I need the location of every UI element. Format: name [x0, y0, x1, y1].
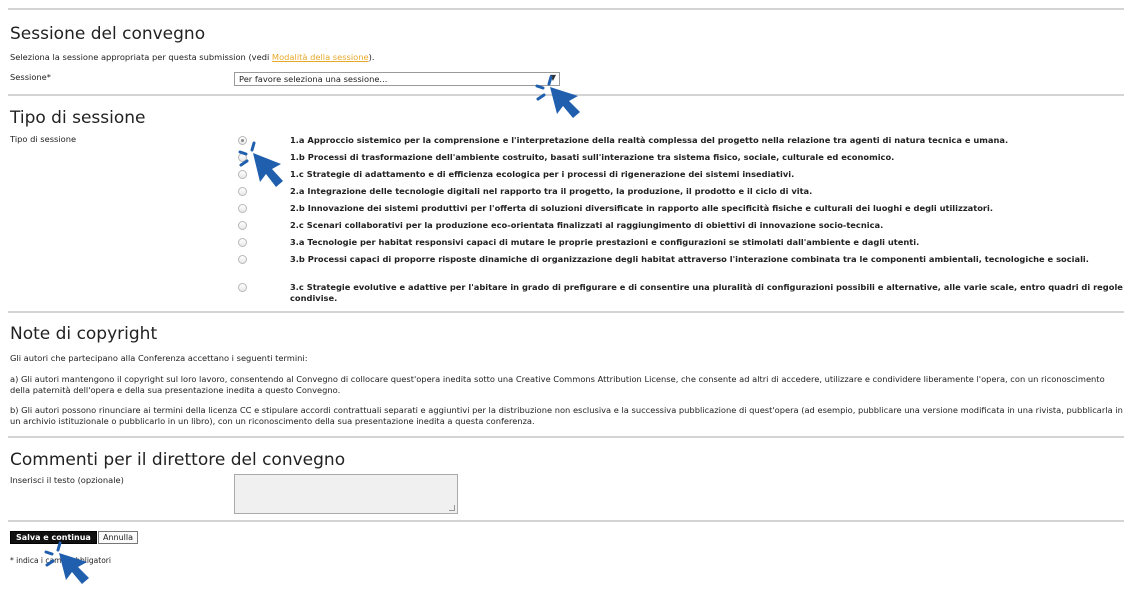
section-divider-4 [8, 520, 1124, 522]
session-type-option-label: 2.c Scenari collaborativi per la produzi… [290, 220, 884, 230]
session-type-option-label: 3.a Tecnologie per habitat responsivi ca… [290, 237, 920, 247]
session-type-option-label: 1.a Approccio sistemico per la comprensi… [290, 135, 1009, 145]
session-select[interactable]: Per favore seleziona una sessione... ▼ [234, 72, 560, 86]
section-divider-2 [8, 311, 1124, 313]
comments-section-title: Commenti per il direttore del convegno [10, 450, 346, 470]
comments-field-label: Inserisci il testo (opzionale) [10, 475, 124, 485]
session-type-radio[interactable] [238, 204, 247, 213]
session-instruction-prefix: Seleziona la sessione appropriata per qu… [10, 52, 270, 62]
session-type-option-label: 1.c Strategie di adattamento e di effici… [290, 169, 795, 179]
session-type-option-label: 3.b Processi capaci di proporre risposte… [290, 254, 1089, 264]
session-type-radio[interactable] [238, 255, 247, 264]
copyright-term-b: b) Gli autori possono rinunciare ai term… [10, 405, 1123, 426]
session-type-option-label: 1.b Processi di trasformazione dell'ambi… [290, 152, 895, 162]
session-type-radio[interactable] [238, 283, 247, 292]
top-divider [8, 8, 1124, 10]
cancel-button[interactable]: Annulla [98, 531, 139, 544]
session-type-radio[interactable] [238, 221, 247, 230]
session-type-radio[interactable] [238, 238, 247, 247]
session-type-option-label: 2.a Integrazione delle tecnologie digita… [290, 186, 813, 196]
session-type-field-label: Tipo di sessione [10, 134, 77, 144]
copyright-section-title: Note di copyright [10, 324, 158, 344]
session-type-option-label: 2.b Innovazione dei sistemi produttivi p… [290, 203, 994, 213]
session-modes-link[interactable]: Modalità della sessione [272, 52, 369, 62]
session-field-label: Sessione* [10, 72, 51, 82]
session-instruction-suffix: ). [368, 52, 375, 62]
session-type-option-label: 3.c Strategie evolutive e adattive per l… [290, 282, 1123, 303]
session-type-section-title: Tipo di sessione [10, 108, 146, 128]
cursor-arrow-icon [238, 141, 283, 187]
cursor-arrow-icon [535, 75, 580, 118]
cursor-arrow-icon [44, 541, 89, 584]
session-instruction: Seleziona la sessione appropriata per qu… [10, 52, 375, 63]
section-divider-3 [8, 436, 1124, 438]
copyright-term-a: a) Gli autori mantengono il copyright su… [10, 374, 1105, 395]
session-section-title: Sessione del convegno [10, 24, 206, 44]
comments-textarea[interactable] [234, 474, 458, 514]
copyright-intro: Gli autori che partecipano alla Conferen… [10, 353, 308, 363]
session-select-value: Per favore seleziona una sessione... [239, 74, 388, 84]
